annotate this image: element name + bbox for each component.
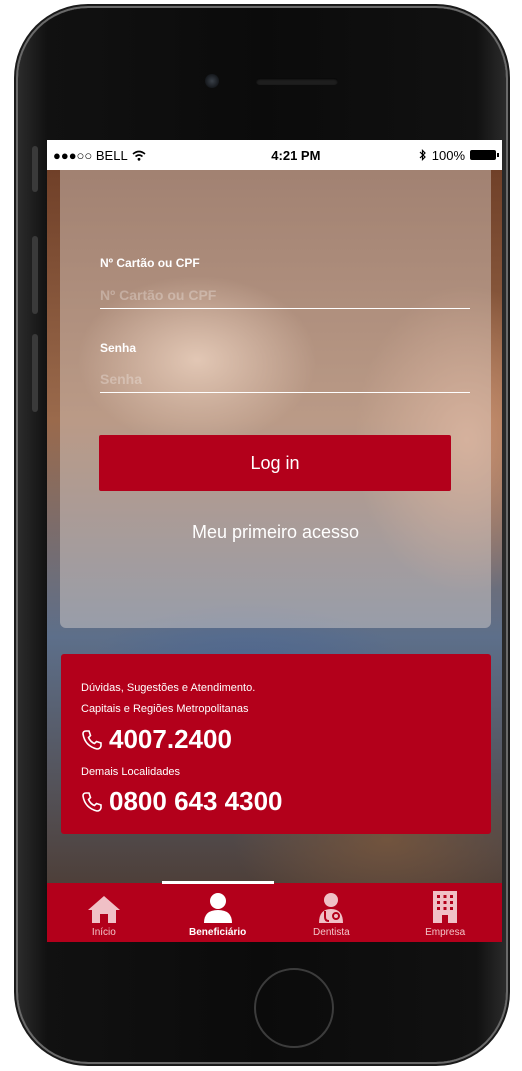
building-icon [433,891,458,923]
tab-inicio[interactable]: Início [47,883,161,942]
tab-beneficiario[interactable]: Beneficiário [161,881,275,942]
wifi-icon [132,150,146,161]
phone-other[interactable]: 0800 643 4300 [81,786,283,817]
bluetooth-icon [419,149,426,161]
mute-switch [32,146,38,192]
app-screen: ●●●○○ BELL 4:21 PM 100% Nº Cartão ou CPF… [47,140,502,942]
region-other: Demais Localidades [81,766,181,778]
tab-dentista[interactable]: Dentista [275,883,389,942]
tab-label-empresa: Empresa [425,927,466,938]
phone-icon [82,791,102,812]
card-input[interactable] [100,282,470,309]
first-access-link[interactable]: Meu primeiro acesso [60,522,491,543]
volume-up-button [32,236,38,314]
contact-intro: Dúvidas, Sugestões e Atendimento. [81,682,256,694]
status-bar: ●●●○○ BELL 4:21 PM 100% [47,140,502,170]
user-icon [203,893,232,923]
battery-icon [470,150,499,160]
tab-label-inicio: Início [91,927,116,938]
tab-label-beneficiario: Beneficiário [189,927,247,938]
contact-card: Dúvidas, Sugestões e Atendimento. Capita… [61,654,491,834]
doctor-icon [319,893,344,923]
bottom-tab-bar: Início Beneficiário Dentista Empresa [47,881,502,942]
phone-capitals[interactable]: 4007.2400 [81,724,232,755]
home-icon [87,896,120,923]
password-input[interactable] [100,366,470,393]
phone-number-other: 0800 643 4300 [109,786,283,816]
earpiece-speaker [256,78,338,85]
tab-label-dentista: Dentista [313,927,350,938]
login-panel: Nº Cartão ou CPF Senha Log in Meu primei… [60,170,491,628]
tab-empresa[interactable]: Empresa [388,883,502,942]
phone-number-capitals: 4007.2400 [109,724,232,754]
login-button[interactable]: Log in [99,435,451,491]
region-capitals: Capitais e Regiões Metropolitanas [81,703,249,715]
clock: 4:21 PM [271,147,321,163]
active-tab-indicator [161,881,274,884]
phone-icon [82,729,102,750]
card-label: Nº Cartão ou CPF [100,256,200,270]
volume-down-button [32,334,38,412]
battery-percent: 100% [431,147,465,163]
carrier-signal: ●●●○○ BELL [53,147,128,163]
front-camera [205,74,219,88]
password-label: Senha [100,341,137,355]
home-button[interactable] [254,968,334,1048]
